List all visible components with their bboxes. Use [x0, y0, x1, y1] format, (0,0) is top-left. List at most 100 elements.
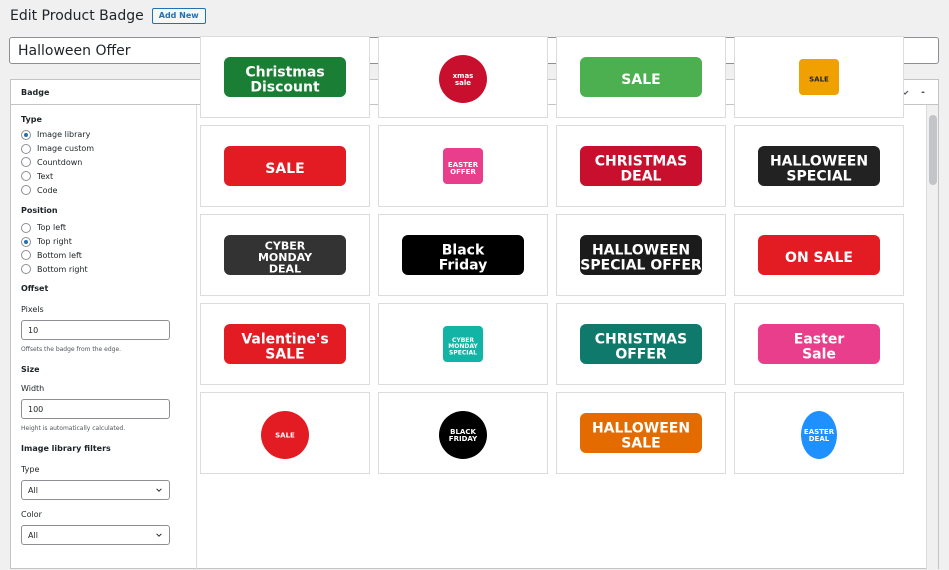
badge-card[interactable]: SALE	[734, 36, 904, 118]
chevron-down-icon	[156, 488, 162, 493]
badge-text: SPECIAL	[786, 168, 851, 184]
badge-text: OFFER	[615, 346, 667, 362]
badge-card[interactable]: SALE	[200, 125, 370, 207]
page-header: Edit Product Badge Add New	[10, 8, 206, 24]
badge-text: DEAL	[809, 435, 830, 443]
badge-text: DEAL	[621, 168, 662, 184]
badge-card[interactable]: Valentine's SALE	[200, 303, 370, 385]
offset-label: Offset	[21, 284, 49, 294]
collapse-icon[interactable]	[918, 87, 928, 97]
radio-label: Top right	[37, 237, 72, 247]
badge-card[interactable]: xmas sale	[378, 36, 548, 118]
radio-button[interactable]	[21, 250, 31, 261]
type-option-image-custom[interactable]: Image custom	[21, 142, 186, 156]
badge-halloween-sale: HALLOWEENSALE	[580, 413, 702, 453]
chevron-down-icon	[156, 533, 162, 538]
type-option-code[interactable]: Code	[21, 183, 186, 197]
position-radio-group: Top left Top right Bottom left Bottom right	[21, 221, 186, 276]
badge-card[interactable]: Easter Sale	[734, 303, 904, 385]
badge-halloween-special-offer: HALLOWEENSPECIAL OFFER	[580, 235, 702, 275]
position-option-top-left[interactable]: Top left	[21, 221, 186, 235]
pixels-input[interactable]: 10	[21, 320, 170, 341]
filter-type-value: All	[28, 485, 38, 495]
radio-button[interactable]	[21, 222, 31, 233]
badge-card[interactable]: Christmas Discount	[200, 36, 370, 118]
badge-halloween-special: HALLOWEENSPECIAL	[758, 146, 880, 186]
badge-card[interactable]: CYBER MONDAY DEAL	[200, 214, 370, 296]
radio-label: Image custom	[37, 144, 95, 154]
badge-card[interactable]: EASTER OFFER	[378, 125, 548, 207]
radio-button[interactable]	[21, 185, 31, 196]
type-label: Type	[21, 115, 42, 124]
badge-card[interactable]: HALLOWEEN SPECIAL OFFER	[556, 214, 726, 296]
badge-card[interactable]: CHRISTMAS DEAL	[556, 125, 726, 207]
position-option-bottom-right[interactable]: Bottom right	[21, 262, 186, 276]
badge-card[interactable]: SALE	[200, 392, 370, 474]
badge-text: SALE	[621, 72, 660, 88]
width-input[interactable]: 100	[21, 399, 170, 420]
radio-label: Bottom left	[37, 250, 82, 260]
badge-text: Christmas	[245, 65, 324, 81]
badge-xmas-sale-ornament: xmassale	[439, 55, 487, 103]
badge-hearts-sale: SALE	[224, 146, 346, 186]
badge-card[interactable]: HALLOWEEN SPECIAL	[734, 125, 904, 207]
radio-label: Code	[37, 185, 58, 195]
radio-button[interactable]	[21, 143, 31, 154]
type-option-text[interactable]: Text	[21, 169, 186, 183]
badge-cyber-monday-deal: CYBERMONDAYDEAL	[224, 235, 346, 275]
radio-button[interactable]	[21, 264, 31, 275]
filter-color-select[interactable]: All	[21, 525, 170, 546]
width-label: Width	[21, 384, 45, 394]
radio-button[interactable]	[21, 171, 31, 182]
radio-button[interactable]	[21, 129, 31, 140]
badge-on-sale-santa: ON SALE	[758, 235, 880, 275]
add-new-button[interactable]: Add New	[151, 8, 206, 24]
badge-card[interactable]: CHRISTMAS OFFER	[556, 303, 726, 385]
scrollbar-thumb[interactable]	[929, 115, 937, 185]
type-option-countdown[interactable]: Countdown	[21, 156, 186, 170]
badge-valentines-sale: Valentine'sSALE	[224, 324, 346, 364]
badge-grid-scrollbar[interactable]	[926, 105, 938, 570]
badge-card[interactable]: BLACK FRIDAY	[378, 392, 548, 474]
badge-text: Valentine's	[241, 332, 328, 348]
badge-easter-offer: EASTEROFFER	[443, 148, 483, 184]
radio-button[interactable]	[21, 236, 31, 247]
size-note: Height is automatically calculated.	[21, 425, 126, 433]
filter-type-select[interactable]: All	[21, 480, 170, 501]
filter-color-label: Color	[21, 510, 42, 520]
filter-color-value: All	[28, 530, 38, 540]
badge-easter-sale-bunny: EasterSale	[758, 324, 880, 364]
badge-text: SPECIAL OFFER	[580, 257, 702, 273]
badge-christmas-discount: ChristmasDiscount	[224, 57, 346, 97]
position-label: Position	[21, 205, 58, 215]
badge-text: Discount	[250, 79, 320, 95]
badge-card[interactable]: CYBER MONDAY SPECIAL	[378, 303, 548, 385]
badge-card[interactable]: EASTER DEAL	[734, 392, 904, 474]
badge-text: ON SALE	[785, 250, 853, 266]
radio-button[interactable]	[21, 157, 31, 168]
radio-label: Image library	[37, 130, 91, 140]
badge-text: Friday	[439, 257, 488, 273]
filter-type-label: Type	[21, 465, 40, 475]
radio-label: Countdown	[37, 157, 83, 167]
badge-card[interactable]: HALLOWEEN SALE	[556, 392, 726, 474]
badge-card[interactable]: ON SALE	[734, 214, 904, 296]
badge-text: Black	[442, 243, 485, 259]
type-radio-group: Image library Image custom Countdown Text Co…	[21, 128, 186, 197]
badge-text: OFFER	[450, 168, 476, 176]
badge-text: SALE	[265, 161, 304, 177]
position-option-bottom-left[interactable]: Bottom left	[21, 249, 186, 263]
badge-settings-sidebar: Type Image library Image custom Countdown T…	[11, 105, 197, 570]
radio-label: Bottom right	[37, 264, 88, 274]
badge-text: sale	[455, 79, 471, 87]
badge-sale-orange-tag: SALE	[799, 59, 839, 95]
badge-christmas-deal: CHRISTMASDEAL	[580, 146, 702, 186]
badge-black-friday: BlackFriday	[402, 235, 524, 275]
page-title: Edit Product Badge	[10, 8, 144, 24]
position-option-top-right[interactable]: Top right	[21, 235, 186, 249]
badge-library-grid: Christmas Discount xmas sale SALE SALE SALE EAS…	[200, 36, 910, 496]
badge-card[interactable]: SALE	[556, 36, 726, 118]
badge-text: DEAL	[269, 262, 301, 275]
badge-card[interactable]: Black Friday	[378, 214, 548, 296]
type-option-image-library[interactable]: Image library	[21, 128, 186, 142]
